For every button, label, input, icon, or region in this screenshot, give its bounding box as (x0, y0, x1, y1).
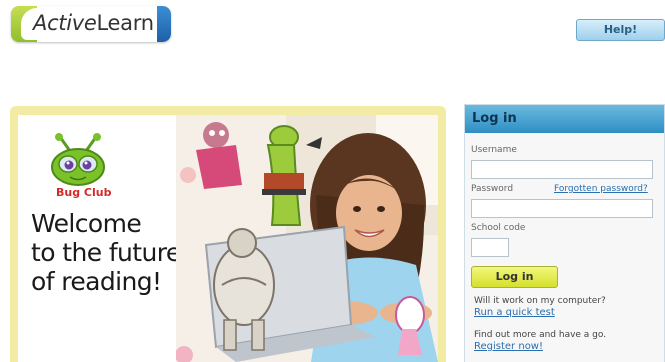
logo-text-active: Active (33, 11, 97, 35)
banner-content: Bug Club Welcome to the future of readin… (18, 115, 438, 362)
username-label: Username (471, 145, 517, 155)
help-button[interactable]: Help! (576, 19, 665, 41)
logo-text: ActiveLearn (33, 11, 154, 35)
welcome-line-3: of reading! (31, 267, 162, 296)
login-button[interactable]: Log in (471, 266, 558, 288)
activelearn-logo: ActiveLearn (11, 6, 171, 42)
forgotten-password-link[interactable]: Forgotten password? (554, 184, 648, 194)
compatibility-question: Will it work on my computer? (474, 296, 606, 306)
bug-club-label: Bug Club (56, 186, 112, 199)
find-out-more-text: Find out more and have a go. (474, 330, 607, 340)
welcome-heading: Welcome to the future of reading! (31, 209, 191, 296)
password-field[interactable] (471, 199, 653, 218)
welcome-line-2: to the future (31, 238, 181, 267)
register-link[interactable]: Register now! (474, 341, 543, 352)
quick-test-link[interactable]: Run a quick test (474, 307, 555, 318)
welcome-banner: Bug Club Welcome to the future of readin… (10, 106, 446, 362)
logo-text-learn: Learn (96, 11, 155, 35)
login-panel: Log in Username Password Forgotten passw… (464, 104, 665, 362)
welcome-line-1: Welcome (31, 209, 142, 238)
username-field[interactable] (471, 160, 653, 179)
login-title: Log in (465, 105, 664, 133)
logo-swoosh-right (157, 6, 171, 42)
school-code-label: School code (471, 223, 526, 233)
child-reading-illustration (176, 115, 438, 362)
school-code-field[interactable] (471, 238, 509, 257)
password-label: Password (471, 184, 514, 194)
